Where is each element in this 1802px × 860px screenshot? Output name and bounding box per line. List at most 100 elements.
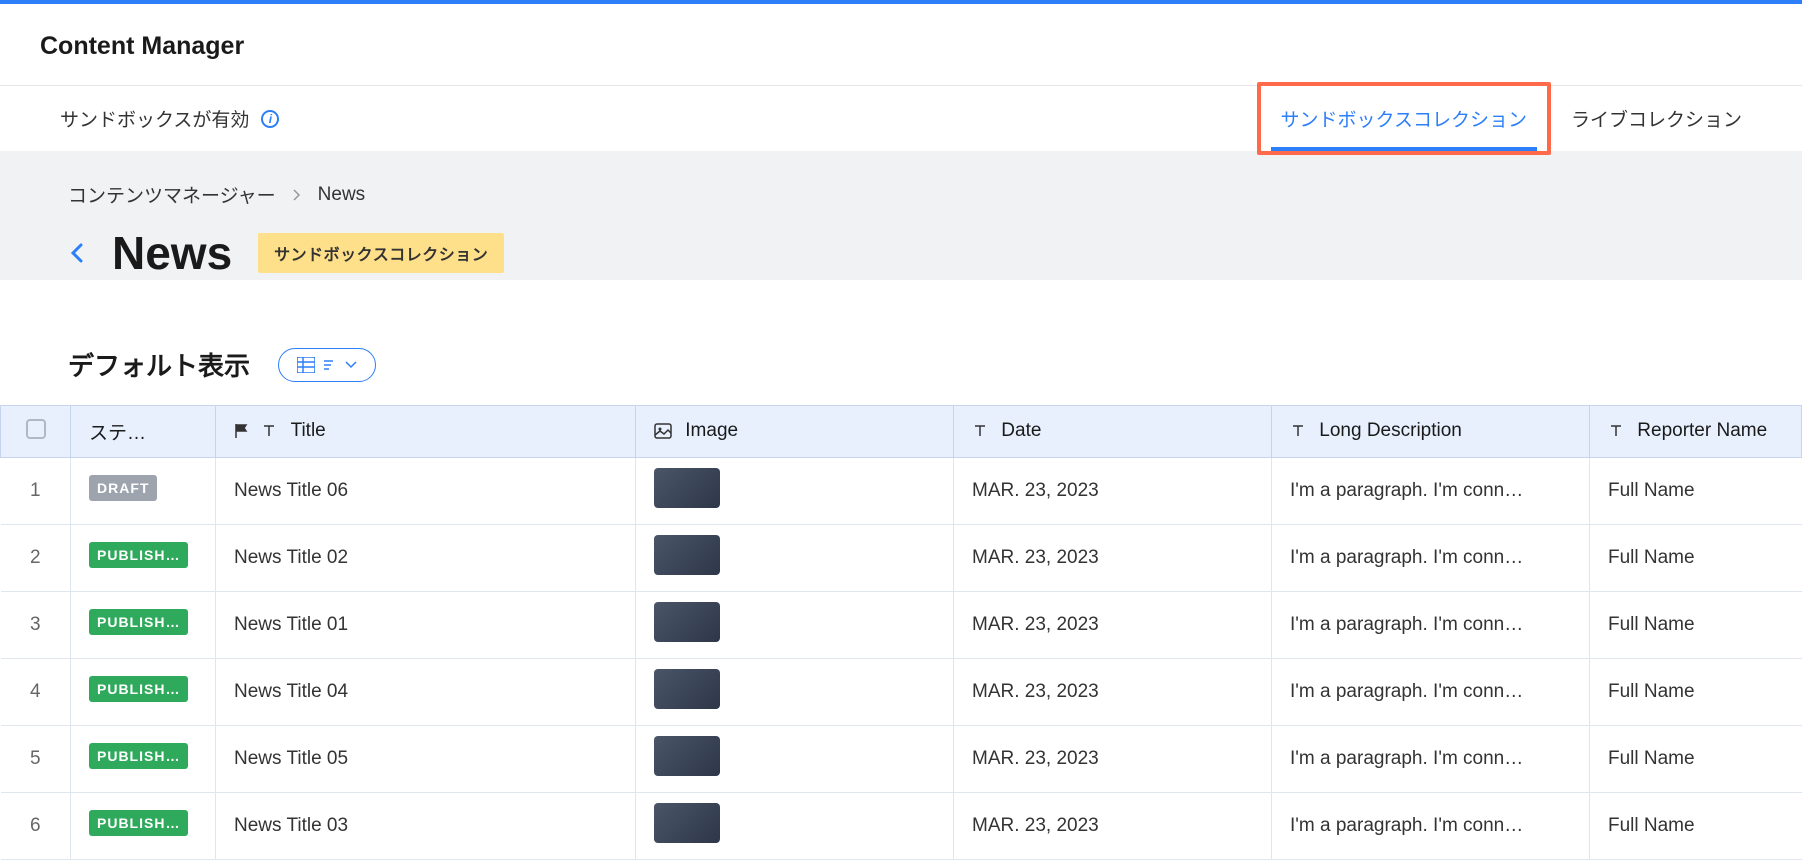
tab-sandbox-collection[interactable]: サンドボックスコレクション [1257,82,1551,155]
text-type-icon [1290,423,1306,439]
cell-long-description: I'm a paragraph. I'm conn… [1272,525,1590,592]
table-row[interactable]: 6 PUBLISH… News Title 03 MAR. 23, 2023I'm a… [1,793,1802,860]
table-row[interactable]: 2 PUBLISH… News Title 02 MAR. 23, 2023I'm a… [1,525,1802,592]
header-reporter[interactable]: Reporter Name [1590,406,1802,458]
info-icon[interactable]: i [261,110,279,128]
title-row: News サンドボックスコレクション [68,226,1734,280]
app-title: Content Manager [40,32,1762,61]
header-status[interactable]: ステ… [71,406,216,458]
sandbox-indicator: サンドボックスが有効 i [60,105,279,132]
row-number: 2 [1,525,71,592]
back-button[interactable] [68,241,86,265]
checkbox-icon[interactable] [26,419,46,439]
thumbnail [654,468,720,508]
cell-long-description: I'm a paragraph. I'm conn… [1272,458,1590,525]
thumbnail [654,535,720,575]
data-table: ステ… Title Image [0,405,1802,860]
thumbnail [654,669,720,709]
status-badge: PUBLISH… [89,810,188,836]
table-row[interactable]: 4 PUBLISH… News Title 04 MAR. 23, 2023I'm a… [1,659,1802,726]
status-badge: PUBLISH… [89,743,188,769]
header-checkbox[interactable] [1,406,71,458]
cell-image[interactable] [636,592,954,659]
sort-icon [323,358,337,372]
cell-title[interactable]: News Title 03 [216,793,636,860]
cell-date: MAR. 23, 2023 [954,659,1272,726]
column-label: Long Description [1319,420,1462,441]
cell-reporter: Full Name [1590,726,1802,793]
breadcrumb-item[interactable]: コンテンツマネージャー [68,181,276,208]
app-header: Content Manager [0,4,1802,86]
tab-label: サンドボックスコレクション [1281,105,1527,132]
cell-status: PUBLISH… [71,525,216,592]
breadcrumb-item: News [318,184,366,206]
table-row[interactable]: 5PUBLISH…News Title 05MAR. 23, 2023I'm a… [1,726,1802,793]
cell-status: DRAFT [71,458,216,525]
cell-status: PUBLISH… [71,659,216,726]
table-header-row: ステ… Title Image [1,406,1802,458]
column-label: Reporter Name [1637,420,1767,441]
cell-title[interactable]: News Title 06 [216,458,636,525]
text-type-icon [261,423,277,439]
page-title: News [112,226,232,280]
status-badge: DRAFT [89,475,157,501]
cell-image[interactable] [636,659,954,726]
thumbnail [654,736,720,776]
header-long-desc[interactable]: Long Description [1272,406,1590,458]
view-picker[interactable] [278,348,376,382]
column-label: Image [685,420,738,441]
sandbox-badge: サンドボックスコレクション [258,233,504,273]
chevron-down-icon [345,361,357,369]
cell-reporter: Full Name [1590,592,1802,659]
flag-icon [234,423,248,439]
status-badge: PUBLISH… [89,676,188,702]
cell-reporter: Full Name [1590,458,1802,525]
text-type-icon [1608,423,1624,439]
thumbnail [654,602,720,642]
column-label: ステ… [89,423,146,444]
cell-date: MAR. 23, 2023 [954,726,1272,793]
status-badge: PUBLISH… [89,542,188,568]
cell-date: MAR. 23, 2023 [954,592,1272,659]
cell-title[interactable]: News Title 04 [216,659,636,726]
tab-label: ライブコレクション [1571,105,1742,132]
header-image[interactable]: Image [636,406,954,458]
cell-date: MAR. 23, 2023 [954,458,1272,525]
row-number: 4 [1,659,71,726]
view-label: デフォルト表示 [68,346,250,383]
cell-status: PUBLISH… [71,726,216,793]
table-row[interactable]: 3PUBLISH…News Title 01MAR. 23, 2023I'm a… [1,592,1802,659]
chevron-right-icon [292,188,302,202]
text-type-icon [972,423,988,439]
subheader: サンドボックスが有効 i サンドボックスコレクション ライブコレクション [0,86,1802,151]
tab-live-collection[interactable]: ライブコレクション [1551,86,1762,151]
cell-date: MAR. 23, 2023 [954,793,1272,860]
collection-tabs: サンドボックスコレクション ライブコレクション [1257,86,1762,151]
header-title[interactable]: Title [216,406,636,458]
cell-title[interactable]: News Title 02 [216,525,636,592]
row-number: 3 [1,592,71,659]
thumbnail [654,803,720,843]
sandbox-label: サンドボックスが有効 [60,105,249,132]
header-date[interactable]: Date [954,406,1272,458]
row-number: 1 [1,458,71,525]
cell-long-description: I'm a paragraph. I'm conn… [1272,659,1590,726]
column-label: Date [1001,420,1041,441]
cell-title[interactable]: News Title 01 [216,592,636,659]
column-label: Title [291,420,326,441]
cell-reporter: Full Name [1590,659,1802,726]
cell-image[interactable] [636,793,954,860]
breadcrumb: コンテンツマネージャー News [68,181,1734,208]
cell-title[interactable]: News Title 05 [216,726,636,793]
image-icon [654,423,672,439]
content-area: コンテンツマネージャー News News サンドボックスコレクション [0,151,1802,280]
cell-image[interactable] [636,458,954,525]
cell-reporter: Full Name [1590,793,1802,860]
table-view-icon [297,357,315,373]
cell-image[interactable] [636,726,954,793]
cell-image[interactable] [636,525,954,592]
table-row[interactable]: 1 DRAFT News Title 06 MAR. 23, 2023I'm a pa… [1,458,1802,525]
cell-long-description: I'm a paragraph. I'm conn… [1272,793,1590,860]
cell-date: MAR. 23, 2023 [954,525,1272,592]
row-number: 6 [1,793,71,860]
